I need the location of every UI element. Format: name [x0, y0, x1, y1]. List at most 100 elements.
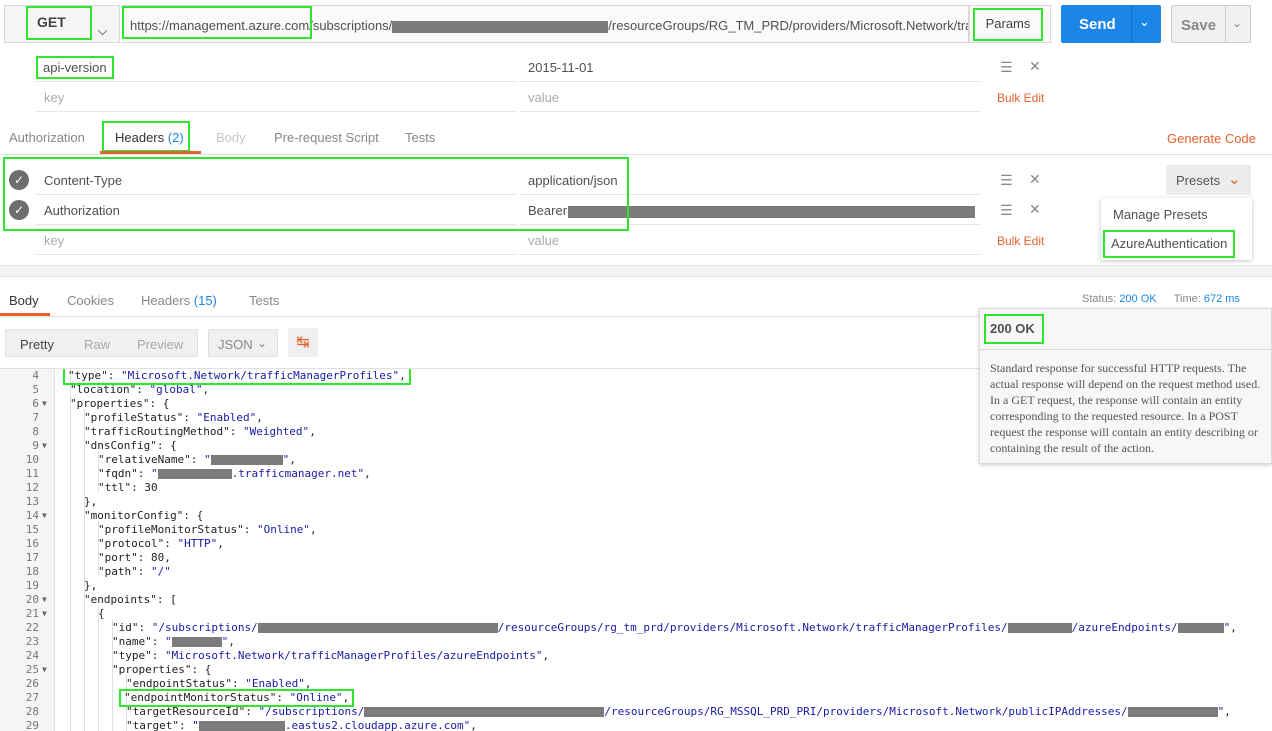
code-line: 28 "targetResourceId": "/subscriptions/ /r…	[0, 705, 1272, 719]
send-button[interactable]: Send ⌄	[1061, 5, 1161, 43]
tab-headers[interactable]: Headers (2)	[115, 130, 184, 145]
drag-handle-icon[interactable]: ☰	[1000, 172, 1013, 189]
json-key: "target":	[126, 719, 193, 731]
time-value[interactable]: 672 ms	[1204, 293, 1240, 305]
json-string: "Microsoft.Network/trafficManagerProfile…	[164, 649, 543, 662]
code-text: "port": 80,	[98, 551, 171, 564]
wrap-lines-icon[interactable]: ↹	[288, 328, 318, 357]
code-line: 20 ▼ "endpoints": [	[0, 593, 1272, 607]
json-string: "Enabled"	[245, 677, 305, 690]
bulk-edit-link[interactable]: Bulk Edit	[997, 234, 1044, 248]
fold-icon[interactable]: ▼	[42, 439, 47, 453]
tab-body[interactable]: Body	[216, 130, 246, 145]
chevron-down-icon[interactable]: ⌄	[1139, 14, 1150, 30]
json-key: "targetResourceId":	[126, 705, 259, 718]
json-string: /resourceGroups/RG_MSSQL_PRD_PRI/provide…	[604, 705, 1128, 718]
code-text: "endpoints": [	[84, 593, 177, 606]
divider	[0, 154, 1272, 155]
presets-button[interactable]: Presets ⌄	[1166, 165, 1251, 195]
code-text: "fqdn": " .trafficmanager.net",	[98, 467, 371, 480]
line-number: 14	[25, 509, 39, 522]
tab-response-headers-label: Headers	[141, 293, 191, 308]
tab-authorization[interactable]: Authorization	[9, 130, 85, 145]
json-string: "HTTP"	[177, 537, 218, 550]
view-raw[interactable]: Raw	[84, 337, 110, 352]
json-key: "ttl":	[98, 481, 145, 494]
code-line: 15 "profileMonitorStatus": "Online",	[0, 523, 1272, 537]
code-text: "endpointMonitorStatus": "Online",	[118, 689, 355, 707]
close-icon[interactable]: ✕	[1029, 201, 1041, 218]
tab-tests[interactable]: Tests	[405, 130, 435, 145]
line-number: 8	[32, 425, 39, 438]
code-text: "endpointStatus": "Enabled",	[126, 677, 312, 690]
url-path-end: /resourceGroups/RG_TM_PRD/providers/Micr…	[608, 18, 969, 33]
param-key[interactable]: api-version	[36, 56, 114, 79]
tab-response-cookies[interactable]: Cookies	[67, 293, 114, 308]
redacted-block	[364, 707, 605, 717]
code-text: "targetResourceId": "/subscriptions/ /res…	[126, 705, 1231, 718]
header-row-empty: key value Bulk Edit	[0, 225, 1060, 255]
send-divider	[1131, 5, 1132, 43]
fold-icon[interactable]: ▼	[42, 509, 47, 523]
menu-item-manage-presets[interactable]: Manage Presets	[1113, 207, 1208, 222]
divider	[36, 254, 516, 255]
menu-item-azure-authentication[interactable]: AzureAuthentication	[1103, 230, 1235, 258]
code-text: "target": " .eastus2.cloudapp.azure.com",	[126, 719, 477, 731]
code-text: "properties": {	[70, 397, 170, 410]
param-value-placeholder[interactable]: value	[528, 90, 559, 105]
code-line: 24 "type": "Microsoft.Network/trafficMana…	[0, 649, 1272, 663]
bulk-edit-link[interactable]: Bulk Edit	[997, 91, 1044, 105]
method-value: GET	[37, 14, 66, 30]
format-value: JSON	[218, 337, 253, 352]
close-icon[interactable]: ✕	[1029, 58, 1041, 75]
header-key-placeholder[interactable]: key	[44, 233, 64, 248]
line-number: 24	[25, 649, 39, 662]
generate-code-link[interactable]: Generate Code	[1167, 131, 1256, 146]
close-icon[interactable]: ✕	[1029, 171, 1041, 188]
json-key: "fqdn":	[98, 467, 151, 480]
tab-response-body[interactable]: Body	[9, 293, 39, 308]
drag-handle-icon[interactable]: ☰	[1000, 202, 1013, 219]
json-key: "type":	[112, 649, 165, 662]
fold-icon[interactable]: ▼	[42, 397, 47, 411]
view-pretty[interactable]: Pretty	[20, 337, 54, 352]
tab-response-tests[interactable]: Tests	[249, 293, 279, 308]
code-text: "trafficRoutingMethod": "Weighted",	[84, 425, 316, 438]
fold-icon[interactable]: ▼	[42, 663, 47, 677]
fold-icon[interactable]: ▼	[42, 607, 47, 621]
json-string: "Online"	[256, 523, 310, 536]
line-number: 27	[25, 691, 39, 704]
code-line: 27 "endpointMonitorStatus": "Online",	[0, 689, 1272, 707]
code-line: 11 "fqdn": " .trafficmanager.net",	[0, 467, 1272, 481]
line-number: 28	[25, 705, 39, 718]
code-line: 23 "name": " ",	[0, 635, 1272, 649]
save-button[interactable]: Save ⌄	[1171, 5, 1251, 43]
view-preview[interactable]: Preview	[137, 337, 183, 352]
tab-headers-count: (2)	[167, 130, 184, 145]
save-divider	[1225, 6, 1226, 42]
line-number: 23	[25, 635, 39, 648]
format-select[interactable]: JSON ⌄	[208, 329, 278, 357]
json-key: "path":	[98, 565, 151, 578]
code-text: "protocol": "HTTP",	[98, 537, 224, 550]
tab-prerequest-script[interactable]: Pre-request Script	[274, 130, 379, 145]
line-number: 21	[25, 607, 39, 620]
fold-icon[interactable]: ▼	[42, 593, 47, 607]
line-number: 29	[25, 719, 39, 731]
drag-handle-icon[interactable]: ☰	[1000, 59, 1013, 76]
param-value[interactable]: 2015-11-01	[528, 60, 594, 75]
param-key-placeholder[interactable]: key	[44, 90, 64, 105]
chevron-down-icon[interactable]: ⌄	[1232, 16, 1242, 30]
time-label: Time:	[1173, 293, 1201, 305]
params-label[interactable]: Params	[973, 8, 1043, 41]
tab-response-headers[interactable]: Headers (15)	[141, 293, 217, 308]
redacted-block	[171, 637, 222, 647]
json-key: "type":	[68, 369, 121, 382]
header-value-placeholder[interactable]: value	[528, 233, 559, 248]
chevron-down-icon: ⌄	[257, 336, 268, 350]
tooltip-title: 200 OK	[990, 321, 1035, 336]
line-number: 19	[25, 579, 39, 592]
status-value[interactable]: 200 OK	[1119, 293, 1156, 305]
method-label[interactable]: GET ⌵	[26, 6, 107, 40]
code-text: "relativeName": " ",	[98, 453, 296, 466]
